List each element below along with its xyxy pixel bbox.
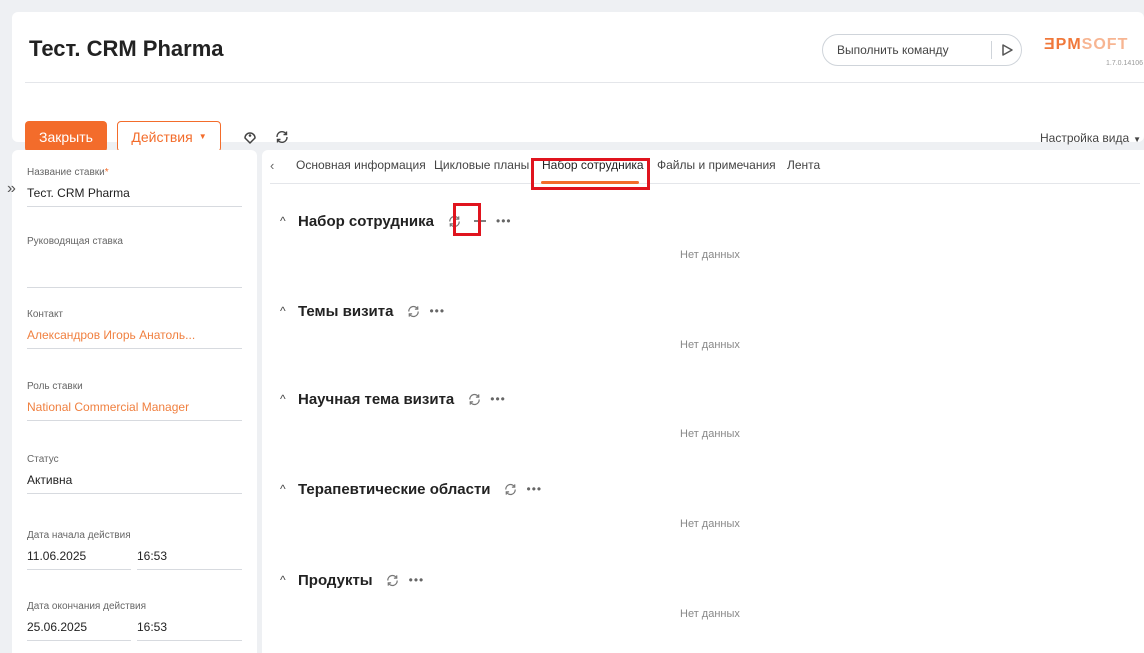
tab-main-info[interactable]: Основная информация — [296, 158, 426, 172]
section-title: Набор сотрудника — [298, 212, 434, 230]
caret-down-icon: ▼ — [198, 132, 207, 141]
field-value — [27, 267, 242, 282]
field-role[interactable]: Роль ставки National Commercial Manager — [27, 381, 242, 421]
app-version: 1.7.0.14106 — [1106, 60, 1143, 67]
page-title: Тест. CRM Pharma — [29, 36, 224, 61]
field-underline — [27, 206, 242, 207]
field-rate-name[interactable]: Название ставки* Тест. CRM Pharma — [27, 167, 242, 207]
start-date-input[interactable]: 11.06.2025 — [27, 541, 131, 570]
chevron-up-icon[interactable]: ^ — [280, 573, 298, 587]
section-title: Терапевтические области — [298, 480, 491, 498]
required-mark: * — [104, 167, 109, 178]
actions-label: Действия — [131, 128, 193, 145]
field-label: Дата начала действия — [27, 530, 131, 541]
field-underline — [27, 493, 242, 494]
empty-state-text: Нет данных — [680, 428, 740, 440]
chevron-up-icon[interactable]: ^ — [280, 214, 298, 228]
field-value: 11.06.2025 — [27, 549, 87, 563]
field-value: 16:53 — [137, 549, 168, 563]
expand-panel-icon[interactable]: » — [7, 180, 16, 198]
empty-state-text: Нет данных — [680, 608, 740, 620]
more-options-icon[interactable]: ••• — [496, 214, 512, 228]
refresh-icon[interactable] — [464, 389, 484, 409]
view-settings-label: Настройка вида — [1040, 131, 1130, 145]
field-end-date: Дата окончания действия 25.06.2025 16:53 — [27, 601, 242, 641]
field-label: Название ставки — [27, 167, 105, 178]
section-title: Научная тема визита — [298, 390, 455, 408]
run-command-icon[interactable] — [997, 41, 1017, 59]
field-underline — [27, 348, 242, 349]
command-separator — [991, 41, 992, 59]
command-input[interactable] — [837, 41, 987, 59]
field-value: 25.06.2025 — [27, 620, 88, 634]
field-start-date: Дата начала действия 11.06.2025 16:53 — [27, 530, 242, 570]
end-time-input[interactable]: 16:53 — [137, 612, 242, 641]
field-label: Контакт — [27, 309, 64, 320]
section-products: ^ Продукты ••• — [280, 569, 424, 591]
section-scientific-topic: ^ Научная тема визита ••• — [280, 388, 506, 410]
field-value: Активна — [27, 473, 73, 487]
contact-link[interactable]: Александров Игорь Анатоль... — [27, 328, 242, 343]
field-value: 16:53 — [137, 620, 168, 634]
section-visit-topics: ^ Темы визита ••• — [280, 300, 445, 322]
field-label: Руководящая ставка — [27, 236, 123, 247]
section-title: Темы визита — [298, 302, 394, 320]
refresh-icon[interactable] — [403, 301, 423, 321]
end-date-input[interactable]: 25.06.2025 — [27, 612, 131, 641]
role-link[interactable]: National Commercial Manager — [27, 400, 242, 415]
field-underline — [137, 569, 242, 570]
empty-state-text: Нет данных — [680, 518, 740, 530]
highlight-box-add — [453, 203, 481, 236]
more-options-icon[interactable]: ••• — [429, 304, 445, 318]
field-underline — [27, 569, 131, 570]
command-box — [822, 34, 1022, 66]
field-status[interactable]: Статус Активна — [27, 454, 242, 494]
empty-state-text: Нет данных — [680, 249, 740, 261]
close-button[interactable]: Закрыть — [25, 121, 107, 152]
section-therapeutic-areas: ^ Терапевтические области ••• — [280, 478, 542, 500]
view-settings-dropdown[interactable]: Настройка вида ▼ — [1040, 131, 1141, 145]
chevron-up-icon[interactable]: ^ — [280, 392, 298, 406]
section-title: Продукты — [298, 571, 373, 589]
refresh-icon[interactable] — [272, 127, 292, 147]
actions-dropdown-button[interactable]: Действия ▼ — [117, 121, 221, 152]
field-underline — [27, 287, 242, 288]
field-underline — [137, 640, 242, 641]
brand-logo: ƎPMSOFT — [1044, 36, 1129, 53]
tab-feed[interactable]: Лента — [787, 158, 820, 172]
field-underline — [27, 640, 131, 641]
field-lead-rate[interactable]: Руководящая ставка — [27, 236, 242, 288]
field-value: Тест. CRM Pharma — [27, 186, 130, 200]
empty-state-text: Нет данных — [680, 339, 740, 351]
more-options-icon[interactable]: ••• — [490, 392, 506, 406]
tab-files-notes[interactable]: Файлы и примечания — [657, 158, 776, 172]
tab-cycle-plans[interactable]: Цикловые планы — [434, 158, 529, 172]
more-options-icon[interactable]: ••• — [409, 573, 425, 587]
tabs-scroll-left-icon[interactable]: ‹ — [270, 158, 274, 173]
refresh-icon[interactable] — [383, 570, 403, 590]
tab-bar-divider — [270, 183, 1140, 184]
highlight-box-tab — [531, 158, 650, 190]
tag-icon[interactable] — [240, 127, 260, 147]
chevron-up-icon[interactable]: ^ — [280, 304, 298, 318]
field-label: Дата окончания действия — [27, 601, 147, 612]
chevron-up-icon[interactable]: ^ — [280, 482, 298, 496]
field-label: Статус — [27, 454, 59, 465]
field-contact[interactable]: Контакт Александров Игорь Анатоль... — [27, 309, 242, 349]
field-label: Роль ставки — [27, 381, 83, 392]
refresh-icon[interactable] — [501, 479, 521, 499]
caret-down-icon: ▼ — [1133, 135, 1142, 144]
more-options-icon[interactable]: ••• — [527, 482, 543, 496]
start-time-input[interactable]: 16:53 — [137, 541, 242, 570]
field-underline — [27, 420, 242, 421]
header-divider — [25, 82, 1144, 83]
